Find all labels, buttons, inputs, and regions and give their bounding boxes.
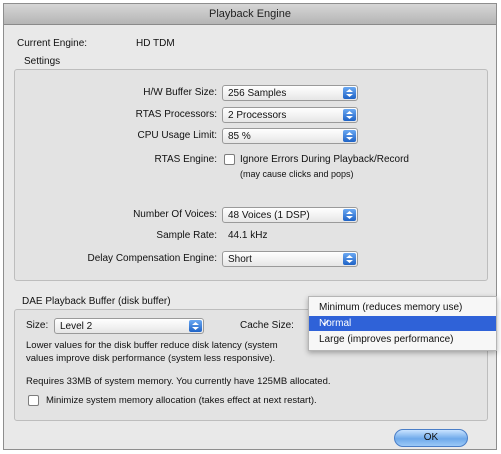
number-of-voices-label: Number Of Voices: — [133, 209, 217, 220]
cache-option-minimum[interactable]: Minimum (reduces memory use) — [309, 300, 496, 315]
hw-buffer-size-popup[interactable]: 256 Samples — [222, 85, 358, 101]
current-engine-label: Current Engine: — [17, 38, 88, 49]
dae-size-popup[interactable]: Level 2 — [54, 318, 204, 334]
cpu-usage-limit-value: 85 % — [228, 131, 251, 142]
number-of-voices-popup[interactable]: 48 Voices (1 DSP) — [222, 207, 358, 223]
rtas-processors-label: RTAS Processors: — [135, 109, 217, 120]
ok-button[interactable]: OK — [394, 429, 468, 447]
minimize-memory-checkbox[interactable] — [28, 395, 39, 406]
ignore-errors-checkbox[interactable] — [224, 154, 235, 165]
dae-size-value: Level 2 — [60, 321, 93, 332]
up-down-arrows-icon — [343, 209, 356, 221]
hw-buffer-size-label: H/W Buffer Size: — [143, 87, 217, 98]
dae-description-line2: values improve disk performance (system … — [26, 353, 276, 364]
rtas-engine-label: RTAS Engine: — [154, 154, 217, 165]
dae-description-line1: Lower values for the disk buffer reduce … — [26, 340, 278, 351]
playback-engine-window: Playback Engine Current Engine: HD TDM S… — [3, 3, 497, 450]
delay-compensation-value: Short — [228, 254, 252, 265]
up-down-arrows-icon — [343, 130, 356, 142]
delay-compensation-label: Delay Compensation Engine: — [87, 253, 217, 264]
ignore-errors-label: Ignore Errors During Playback/Record — [240, 154, 409, 165]
up-down-arrows-icon — [189, 320, 202, 332]
memory-info: Requires 33MB of system memory. You curr… — [26, 376, 331, 387]
minimize-memory-label: Minimize system memory allocation (takes… — [46, 395, 317, 406]
sample-rate-label: Sample Rate: — [156, 230, 217, 241]
hw-buffer-size-value: 256 Samples — [228, 88, 287, 99]
delay-compensation-popup[interactable]: Short — [222, 251, 358, 267]
cache-option-normal[interactable]: ✓ Normal — [309, 316, 496, 331]
sample-rate-value: 44.1 kHz — [228, 230, 268, 241]
up-down-arrows-icon — [343, 109, 356, 121]
up-down-arrows-icon — [343, 253, 356, 265]
number-of-voices-value: 48 Voices (1 DSP) — [228, 210, 310, 221]
settings-group-label: Settings — [24, 56, 61, 67]
cpu-usage-limit-popup[interactable]: 85 % — [222, 128, 358, 144]
cache-option-large[interactable]: Large (improves performance) — [309, 332, 496, 347]
dae-size-label: Size: — [26, 320, 49, 331]
cache-size-label: Cache Size: — [240, 320, 294, 331]
cpu-usage-limit-label: CPU Usage Limit: — [137, 130, 217, 141]
cache-size-menu: Minimum (reduces memory use) ✓ Normal La… — [308, 296, 497, 351]
ignore-errors-note: (may cause clicks and pops) — [240, 169, 354, 179]
up-down-arrows-icon — [343, 87, 356, 99]
checkmark-icon: ✓ — [322, 318, 331, 329]
rtas-processors-popup[interactable]: 2 Processors — [222, 107, 358, 123]
dae-group-label: DAE Playback Buffer (disk buffer) — [22, 296, 171, 307]
window-title: Playback Engine — [4, 4, 496, 25]
current-engine-value: HD TDM — [136, 38, 175, 49]
rtas-processors-value: 2 Processors — [228, 110, 287, 121]
